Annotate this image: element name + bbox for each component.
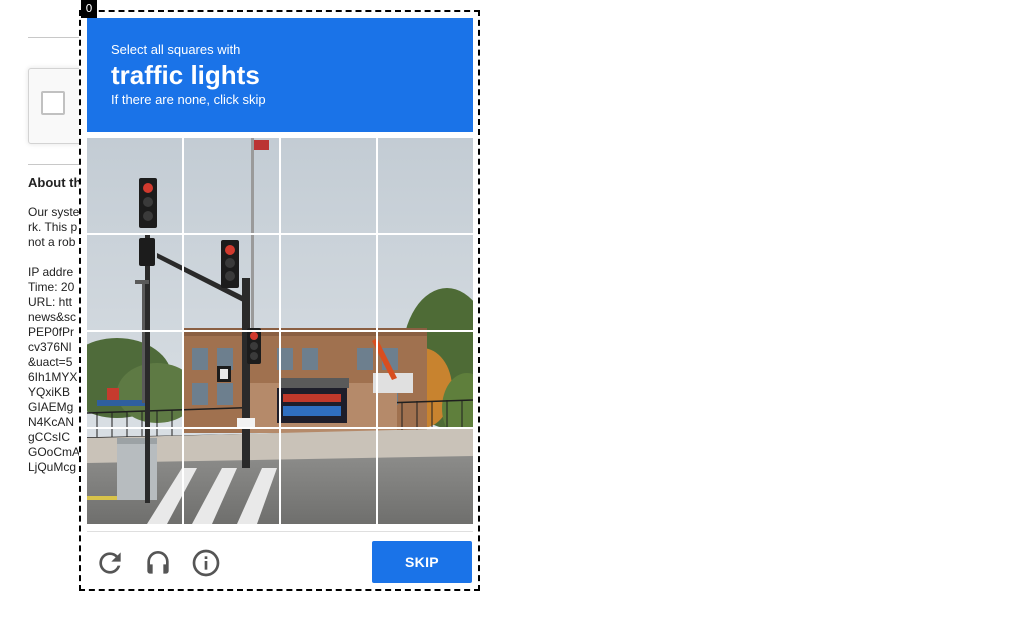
- background-text-line: GIAEMg: [28, 400, 74, 414]
- challenge-hint: If there are none, click skip: [111, 92, 266, 107]
- background-text-line: &uact=5: [28, 355, 73, 369]
- grid-tile-r2-c4[interactable]: [377, 235, 473, 332]
- background-text-line: URL: htt: [28, 295, 73, 309]
- background-text-line: GOoCmA: [28, 445, 81, 459]
- recaptcha-checkbox[interactable]: [41, 91, 65, 115]
- background-text-line: Time: 20: [28, 280, 75, 294]
- reload-icon[interactable]: [94, 547, 126, 579]
- challenge-header: Select all squares with traffic lights I…: [87, 18, 473, 132]
- background-text-line: rk. This p: [28, 220, 78, 234]
- skip-button[interactable]: SKIP: [372, 541, 472, 583]
- grid-tile-r4-c4[interactable]: [377, 428, 473, 524]
- grid-tile-r4-c1[interactable]: [87, 428, 184, 524]
- grid-tile-r3-c4[interactable]: [377, 331, 473, 428]
- grid-tile-r2-c2[interactable]: [184, 235, 281, 332]
- grid-tile-r4-c2[interactable]: [184, 428, 281, 524]
- grid-tile-r2-c3[interactable]: [280, 235, 377, 332]
- footer-divider: [87, 531, 473, 532]
- background-text-line: not a rob: [28, 235, 76, 249]
- headphones-icon[interactable]: [142, 547, 174, 579]
- grid-tile-r1-c3[interactable]: [280, 138, 377, 235]
- grid-tile-r1-c1[interactable]: [87, 138, 184, 235]
- image-grid: [87, 138, 473, 524]
- frame-index-tag: 0: [81, 0, 97, 18]
- grid-tile-r3-c2[interactable]: [184, 331, 281, 428]
- grid-tile-r2-c1[interactable]: [87, 235, 184, 332]
- grid-tile-r3-c1[interactable]: [87, 331, 184, 428]
- background-text-line: N4KcAN: [28, 415, 75, 429]
- grid-tile-r1-c2[interactable]: [184, 138, 281, 235]
- background-text-line: IP addre: [28, 265, 74, 279]
- background-text-line: news&sc: [28, 310, 77, 324]
- background-text-line: cv376Nl: [28, 340, 72, 354]
- background-text-line: 6Ih1MYX: [28, 370, 78, 384]
- challenge-instruction: Select all squares with: [111, 42, 241, 57]
- background-text-line: Our syste: [28, 205, 80, 219]
- grid-tile-r1-c4[interactable]: [377, 138, 473, 235]
- background-text-line: YQxiKB: [28, 385, 71, 399]
- challenge-keyword: traffic lights: [111, 60, 260, 90]
- background-text-line: gCCsIC: [28, 430, 71, 444]
- grid-tile-r3-c3[interactable]: [280, 331, 377, 428]
- grid-tile-r4-c3[interactable]: [280, 428, 377, 524]
- background-text-line: LjQuMcg: [28, 460, 77, 474]
- info-icon[interactable]: [190, 547, 222, 579]
- about-heading: About th: [28, 175, 82, 190]
- background-text-line: PEP0fPr: [28, 325, 75, 339]
